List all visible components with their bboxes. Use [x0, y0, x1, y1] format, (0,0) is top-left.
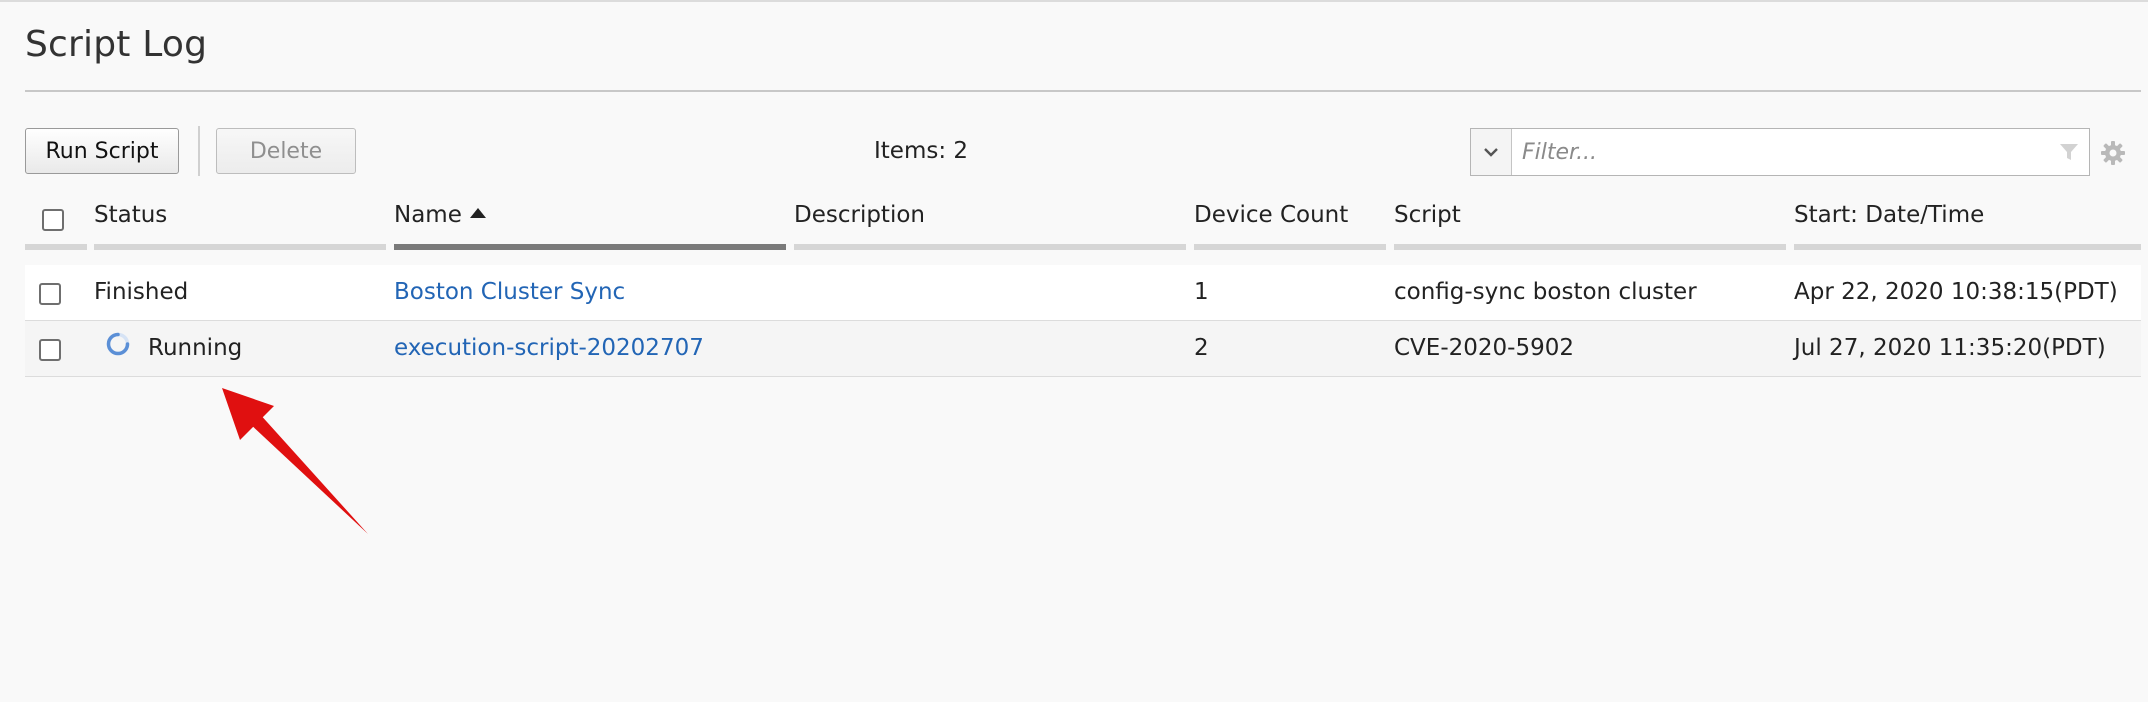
column-header-device-count[interactable]: Device Count [1194, 202, 1348, 228]
column-header-script[interactable]: Script [1394, 202, 1461, 228]
column-bar-script [1394, 244, 1786, 250]
table-row[interactable]: Running execution-script-20202707 2 CVE-… [25, 321, 2141, 377]
column-bar-description [794, 244, 1186, 250]
filter-box [1470, 128, 2090, 176]
start-datetime-cell: Apr 22, 2020 10:38:15(PDT) [1794, 279, 2118, 305]
items-count: Items: 2 [874, 138, 969, 164]
script-name-link[interactable]: Boston Cluster Sync [394, 279, 625, 305]
column-bar-device-count [1194, 244, 1386, 250]
annotation-arrow-icon [222, 388, 368, 534]
column-header-description[interactable]: Description [794, 202, 925, 228]
gear-icon[interactable] [2100, 140, 2126, 166]
page-title: Script Log [25, 24, 208, 65]
funnel-icon [2060, 144, 2078, 160]
status-cell: Finished [94, 279, 189, 305]
script-cell: config-sync boston cluster [1394, 279, 1697, 305]
filter-button[interactable] [2049, 129, 2089, 175]
run-script-button[interactable]: Run Script [25, 128, 179, 174]
title-divider [25, 90, 2141, 92]
sort-ascending-icon [469, 208, 486, 218]
start-datetime-cell: Jul 27, 2020 11:35:20(PDT) [1794, 335, 2106, 361]
row-checkbox[interactable] [39, 339, 61, 361]
delete-button[interactable]: Delete [216, 128, 356, 174]
column-bar-name [394, 244, 786, 250]
script-cell: CVE-2020-5902 [1394, 335, 1574, 361]
script-name-link[interactable]: execution-script-20202707 [394, 335, 704, 361]
toolbar-separator [198, 126, 200, 176]
row-checkbox[interactable] [39, 283, 61, 305]
status-cell: Running [148, 335, 243, 361]
column-bar-start-datetime [1794, 244, 2141, 250]
script-log-page: Script Log Run Script Delete Items: 2 Fi… [0, 0, 2148, 702]
spinner-icon [106, 332, 130, 356]
column-header-status[interactable]: Status [94, 202, 167, 228]
column-header-start-datetime[interactable]: Start: Date/Time [1794, 202, 1984, 228]
column-bar-select [25, 244, 87, 250]
select-all-checkbox[interactable] [42, 209, 64, 231]
device-count-cell: 1 [1194, 279, 1209, 305]
chevron-down-icon [1484, 148, 1498, 157]
table-row[interactable]: Finished Boston Cluster Sync 1 config-sy… [25, 265, 2141, 321]
filter-dropdown[interactable] [1471, 129, 1512, 175]
column-header-name-label: Name [394, 202, 462, 228]
column-bar-status [94, 244, 386, 250]
device-count-cell: 2 [1194, 335, 1209, 361]
column-header-name[interactable]: Name [394, 202, 486, 228]
filter-input[interactable] [1512, 129, 2049, 175]
